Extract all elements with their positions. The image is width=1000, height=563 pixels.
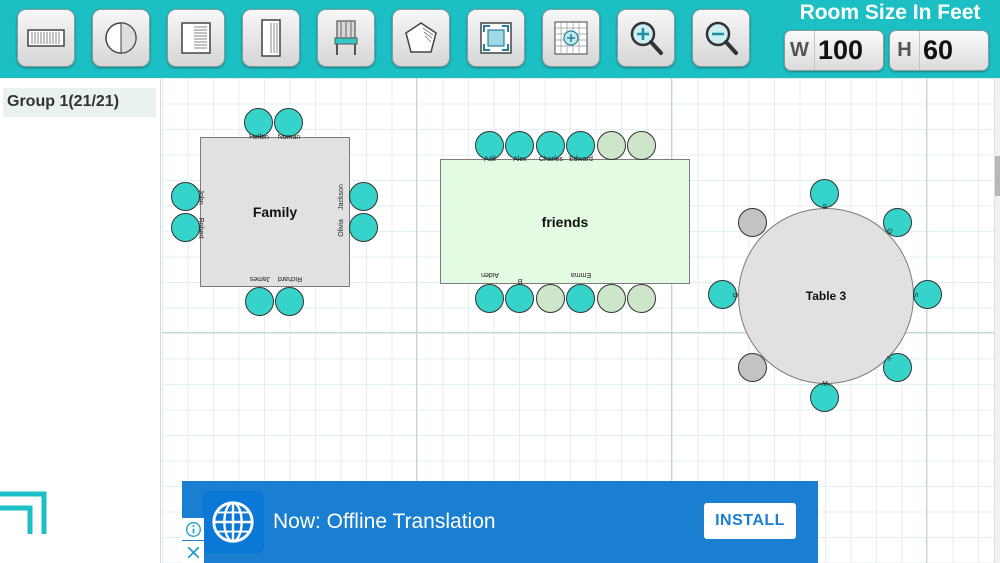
seat[interactable] xyxy=(738,353,767,382)
seat-label: Olivia xyxy=(338,219,345,237)
friends-table[interactable]: friends xyxy=(440,159,690,284)
seat-label: S xyxy=(911,292,918,298)
seat-label: Edward xyxy=(569,156,593,163)
seat[interactable] xyxy=(475,284,504,313)
seat-label: John xyxy=(197,189,204,205)
room-width-field[interactable]: W 100 xyxy=(784,30,884,71)
seat-label: B xyxy=(517,277,523,284)
seat[interactable] xyxy=(597,284,626,313)
family-table-name: Family xyxy=(252,204,298,220)
seat[interactable] xyxy=(244,108,273,137)
seat-label: S xyxy=(822,204,828,211)
chair-tool-button[interactable] xyxy=(317,9,375,67)
height-value: 60 xyxy=(923,35,954,65)
seat[interactable] xyxy=(274,108,303,137)
close-icon[interactable] xyxy=(182,541,204,563)
family-table[interactable]: Family xyxy=(200,137,350,287)
seat[interactable] xyxy=(505,284,534,313)
group-item[interactable]: Group 1(21/21) xyxy=(3,88,156,117)
chair-icon xyxy=(334,20,358,55)
info-icon[interactable] xyxy=(182,518,204,540)
seat[interactable] xyxy=(349,182,378,211)
long-table-tool-button[interactable] xyxy=(242,9,300,67)
seat-label: G xyxy=(733,292,740,298)
square-table-icon xyxy=(181,22,211,54)
square-table-tool-button[interactable] xyxy=(167,9,225,67)
ad-banner[interactable]: Now: Offline Translation INSTALL xyxy=(182,481,818,563)
pentagon-icon xyxy=(405,22,437,53)
round-table-icon xyxy=(105,22,137,54)
seat-label: Robert xyxy=(197,217,204,239)
seat-label: Emma xyxy=(570,271,592,278)
group-sidebar: Group 1(21/21) xyxy=(0,78,161,563)
rectangle-table-tool-button[interactable] xyxy=(17,9,75,67)
seat-label: Jackson xyxy=(338,184,345,210)
seat-label: Noman xyxy=(277,134,301,141)
fit-screen-tool-button[interactable] xyxy=(467,9,525,67)
width-label: W xyxy=(785,31,815,70)
ad-app-icon[interactable] xyxy=(202,491,264,553)
fit-screen-icon xyxy=(480,22,512,54)
zoom-out-button[interactable] xyxy=(692,9,750,67)
grid-line xyxy=(926,78,927,563)
grid-tool-button[interactable] xyxy=(542,9,600,67)
seat[interactable] xyxy=(245,287,274,316)
room-height-field[interactable]: H 60 xyxy=(889,30,989,71)
rect-table-icon xyxy=(27,29,65,47)
seat-label: Alex xyxy=(513,156,527,163)
seat[interactable] xyxy=(810,383,839,412)
seat[interactable] xyxy=(627,131,656,160)
grid-icon xyxy=(554,21,588,55)
room-size-title: Room Size In Feet xyxy=(799,1,981,24)
seat-label: W xyxy=(821,379,829,386)
seat[interactable] xyxy=(597,131,626,160)
globe-icon xyxy=(212,501,254,543)
long-table-icon xyxy=(261,19,281,57)
zoom-in-icon xyxy=(630,21,663,55)
seat-label: James xyxy=(249,275,271,282)
seat-label: Aiden xyxy=(481,271,499,278)
zoom-out-icon xyxy=(705,21,738,55)
seat-label: Hellen xyxy=(249,134,269,141)
close-glyph xyxy=(187,546,199,558)
round-table-tool-button[interactable] xyxy=(92,9,150,67)
vertical-scrollbar[interactable] xyxy=(994,78,1000,563)
zoom-in-button[interactable] xyxy=(617,9,675,67)
seat[interactable] xyxy=(566,284,595,313)
ad-install-button[interactable]: INSTALL xyxy=(704,503,796,539)
corner-bracket-icon xyxy=(0,491,47,534)
width-value: 100 xyxy=(818,35,864,65)
seating-planner-app: Room Size In Feet W 100 H 60 Group 1(21/… xyxy=(0,0,1000,563)
seat-label: Richard xyxy=(277,275,303,282)
pentagon-table-tool-button[interactable] xyxy=(392,9,450,67)
seat[interactable] xyxy=(738,208,767,237)
ad-headline[interactable]: Now: Offline Translation xyxy=(273,510,496,534)
table-3-name: Table 3 xyxy=(805,289,847,303)
seat[interactable] xyxy=(627,284,656,313)
friends-table-name: friends xyxy=(541,213,589,230)
info-glyph xyxy=(185,521,201,537)
seat-label: Adil xyxy=(484,156,496,163)
scrollbar-thumb[interactable] xyxy=(995,156,1000,196)
height-label: H xyxy=(890,31,920,70)
seat[interactable] xyxy=(349,213,378,242)
seat[interactable] xyxy=(536,284,565,313)
toolbar: Room Size In Feet W 100 H 60 xyxy=(0,0,1000,78)
seat[interactable] xyxy=(275,287,304,316)
seat-label: Charles xyxy=(538,156,564,163)
